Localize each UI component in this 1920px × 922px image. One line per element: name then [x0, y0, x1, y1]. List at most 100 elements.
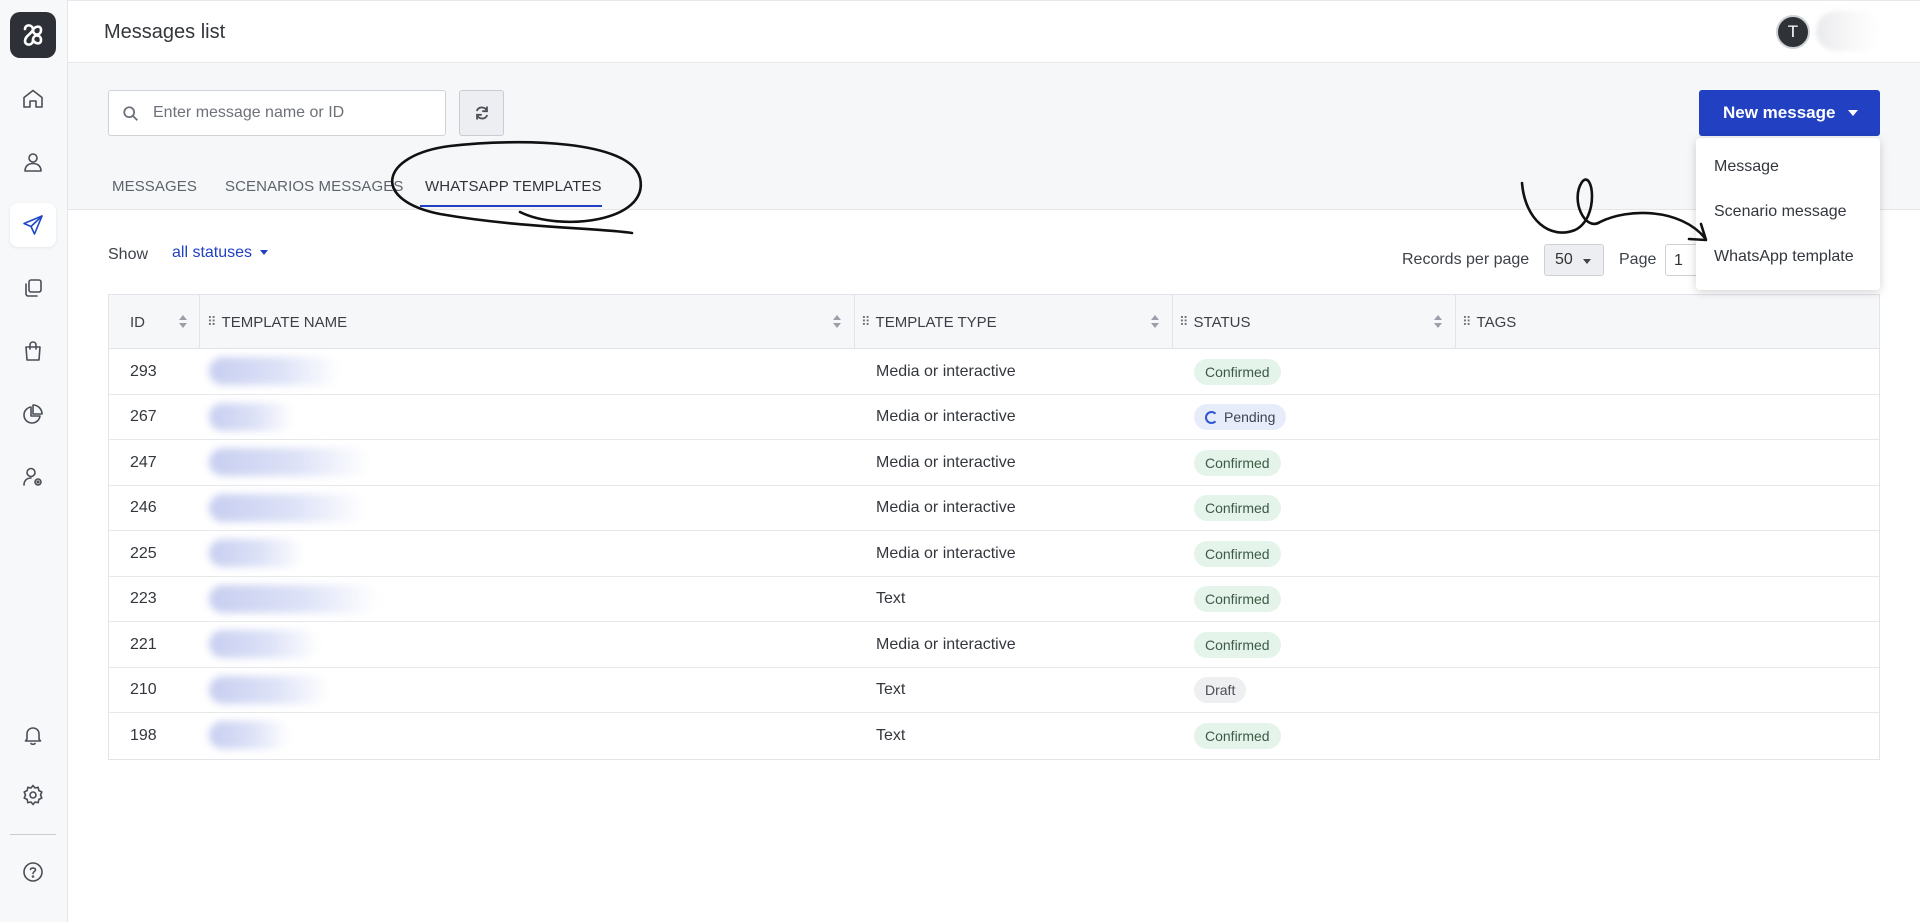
- status-filter-value: all statuses: [172, 244, 253, 261]
- sort-icon[interactable]: [1434, 315, 1442, 329]
- sort-icon[interactable]: [179, 315, 187, 329]
- status-badge: Confirmed: [1194, 495, 1281, 521]
- cell-template-type: Media or interactive: [876, 453, 1016, 471]
- sidebar-item-settings[interactable]: [10, 773, 56, 817]
- cell-id: 267: [130, 408, 157, 425]
- table-row[interactable]: 246 Media or interactive Confirmed: [109, 485, 1879, 531]
- page-title: Messages list: [104, 21, 226, 43]
- cell-template-name-blurred[interactable]: [209, 675, 329, 704]
- table-row[interactable]: 225 Media or interactive Confirmed: [109, 531, 1879, 577]
- copy-icon: [25, 279, 42, 297]
- cell-template-name-blurred[interactable]: [209, 721, 289, 749]
- tab-scenarios-messages[interactable]: SCENARIOS MESSAGES: [225, 178, 404, 195]
- table-row[interactable]: 293 Media or interactive Confirmed: [109, 349, 1879, 395]
- table-row[interactable]: 267 Media or interactive Pending: [109, 394, 1879, 440]
- menu-item-scenario-message[interactable]: Scenario message: [1714, 203, 1847, 221]
- sidebar-item-templates[interactable]: [10, 266, 56, 310]
- drag-handle-icon[interactable]: ⠿: [861, 314, 870, 330]
- sidebar-item-messages[interactable]: [10, 203, 56, 247]
- new-message-menu: Message Scenario message WhatsApp templa…: [1696, 138, 1880, 290]
- records-per-page-value: 50: [1555, 251, 1573, 268]
- search-icon: [123, 106, 138, 121]
- top-header: Messages list T: [68, 0, 1920, 63]
- cell-template-name-blurred[interactable]: [209, 448, 369, 476]
- logo-icon: [23, 24, 43, 46]
- sidebar-item-contacts[interactable]: [10, 140, 56, 184]
- cell-template-type: Media or interactive: [876, 408, 1016, 425]
- cell-template-type: Media or interactive: [876, 362, 1016, 380]
- sidebar-divider: [10, 834, 56, 835]
- cell-id: 225: [130, 544, 157, 562]
- column-header-id[interactable]: ID: [130, 295, 199, 349]
- status-badge: Confirmed: [1194, 358, 1281, 385]
- menu-item-message[interactable]: Message: [1714, 158, 1779, 176]
- column-label: ID: [130, 313, 145, 331]
- column-label: TEMPLATE NAME: [221, 313, 348, 331]
- refresh-button[interactable]: [459, 90, 504, 136]
- show-label: Show: [108, 246, 149, 263]
- cell-template-name-blurred[interactable]: [209, 539, 304, 567]
- tab-whatsapp-templates[interactable]: WHATSAPP TEMPLATES: [425, 178, 602, 195]
- cell-template-name-blurred[interactable]: [209, 493, 364, 522]
- cell-id: 221: [130, 635, 157, 653]
- table-row[interactable]: 221 Media or interactive Confirmed: [109, 622, 1879, 668]
- cell-id: 247: [130, 453, 157, 471]
- new-message-button[interactable]: New message: [1699, 90, 1880, 136]
- menu-item-whatsapp-template[interactable]: WhatsApp template: [1714, 248, 1854, 266]
- drag-handle-icon[interactable]: ⠿: [1179, 314, 1188, 330]
- app-root: Messages list T New message MESSAGES SCE…: [0, 0, 1920, 922]
- status-badge: Confirmed: [1194, 540, 1281, 567]
- drag-handle-icon[interactable]: ⠿: [1462, 314, 1471, 330]
- cell-id: 223: [130, 590, 157, 607]
- cell-id: 293: [130, 362, 157, 380]
- sidebar-item-user-settings[interactable]: [10, 455, 56, 499]
- status-badge: Pending: [1194, 404, 1287, 430]
- status-filter-dropdown[interactable]: all statuses: [172, 244, 269, 262]
- app-logo[interactable]: [10, 12, 56, 58]
- account-name-blurred[interactable]: [1816, 11, 1882, 51]
- cell-template-type: Text: [876, 681, 906, 698]
- cell-template-type: Text: [876, 590, 906, 607]
- sort-icon[interactable]: [833, 315, 841, 329]
- status-badge: Confirmed: [1194, 631, 1281, 658]
- column-header-status[interactable]: ⠿ STATUS: [1179, 295, 1454, 349]
- shopping-bag-icon: [25, 341, 41, 361]
- toolbar-area: New message MESSAGES SCENARIOS MESSAGES …: [68, 63, 1920, 210]
- column-label: STATUS: [1193, 313, 1251, 331]
- records-per-page-label: Records per page: [1402, 251, 1530, 268]
- sidebar-item-notifications[interactable]: [10, 713, 56, 757]
- tab-messages[interactable]: MESSAGES: [112, 178, 197, 195]
- drag-handle-icon[interactable]: ⠿: [207, 314, 216, 330]
- sidebar-item-products[interactable]: [10, 329, 56, 373]
- avatar[interactable]: T: [1776, 15, 1810, 49]
- table-row[interactable]: 210 Text Draft: [109, 667, 1879, 713]
- pie-chart-icon: [23, 404, 43, 424]
- table-row[interactable]: 247 Media or interactive Confirmed: [109, 440, 1879, 486]
- column-header-tags[interactable]: ⠿ TAGS: [1462, 295, 1862, 349]
- page-label: Page: [1619, 251, 1657, 268]
- column-header-template-name[interactable]: ⠿ TEMPLATE NAME: [207, 295, 853, 349]
- cell-template-type: Media or interactive: [876, 544, 1016, 562]
- search-input[interactable]: [153, 91, 439, 135]
- sidebar-item-analytics[interactable]: [10, 392, 56, 436]
- column-label: TEMPLATE TYPE: [875, 313, 997, 331]
- records-per-page-select[interactable]: 50: [1544, 244, 1604, 276]
- cell-template-name-blurred[interactable]: [209, 630, 319, 658]
- status-badge: Confirmed: [1194, 586, 1281, 612]
- column-header-template-type[interactable]: ⠿ TEMPLATE TYPE: [861, 295, 1171, 349]
- cell-template-name-blurred[interactable]: [209, 584, 379, 613]
- new-message-label: New message: [1723, 103, 1836, 122]
- send-icon: [23, 215, 43, 235]
- sidebar-item-home[interactable]: [10, 77, 56, 121]
- spinner-icon: [1205, 410, 1218, 424]
- table-body: 293 Media or interactive Confirmed 267 M…: [109, 349, 1879, 759]
- table-row[interactable]: 223 Text Confirmed: [109, 576, 1879, 622]
- sidebar-item-help[interactable]: [10, 850, 56, 894]
- sort-icon[interactable]: [1151, 315, 1159, 329]
- table-row[interactable]: 198 Text Confirmed: [109, 713, 1879, 759]
- cell-template-name-blurred[interactable]: [209, 357, 339, 385]
- status-badge: Confirmed: [1194, 449, 1281, 476]
- column-divider: [1455, 295, 1456, 349]
- user-icon: [24, 153, 42, 172]
- cell-template-name-blurred[interactable]: [209, 402, 294, 431]
